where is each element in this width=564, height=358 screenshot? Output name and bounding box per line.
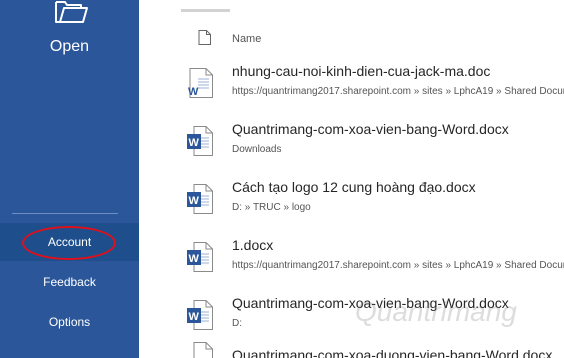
backstage-sidebar: Open Account Feedback Options [0, 0, 139, 358]
svg-text:W: W [189, 137, 200, 149]
file-row[interactable]: W Quantrimang-com-xoa-vien-bang-Word.doc… [139, 116, 564, 174]
word-document-icon: W [187, 242, 213, 272]
sidebar-divider [12, 213, 118, 214]
file-row[interactable]: Quantrimang-com-xoa-duong-vien-bang-Word… [139, 342, 564, 358]
file-row[interactable]: W Cách tạo logo 12 cung hoàng đạo.docx D… [139, 174, 564, 232]
file-path: https://quantrimang2017.sharepoint.com »… [232, 86, 564, 97]
svg-text:W: W [188, 86, 199, 98]
word-document-icon: W [187, 300, 213, 330]
file-row[interactable]: W nhung-cau-noi-kinh-dien-cua-jack-ma.do… [139, 58, 564, 116]
folder-open-icon [55, 1, 88, 23]
word-97-2003-document-icon: W [188, 68, 213, 98]
file-name[interactable]: nhung-cau-noi-kinh-dien-cua-jack-ma.doc [232, 63, 490, 79]
name-column-header[interactable]: Name [232, 33, 261, 45]
file-path: D: » TRUC » logo [232, 202, 311, 213]
tab-underline [181, 9, 230, 12]
file-path: D: [232, 318, 242, 329]
word-document-icon: W [187, 126, 213, 156]
word-document-icon [193, 342, 213, 358]
watermark: Quantrimang [355, 296, 517, 327]
file-name[interactable]: Quantrimang-com-xoa-duong-vien-bang-Word… [232, 347, 552, 358]
feedback-menu-item[interactable]: Feedback [0, 275, 139, 289]
svg-text:W: W [189, 311, 200, 323]
highlight-circle [22, 226, 116, 260]
file-row[interactable]: W 1.docx https://quantrimang2017.sharepo… [139, 232, 564, 290]
word-document-icon: W [187, 184, 213, 214]
options-menu-item[interactable]: Options [0, 315, 139, 329]
svg-text:W: W [189, 253, 200, 265]
file-name[interactable]: 1.docx [232, 237, 273, 253]
file-name[interactable]: Quantrimang-com-xoa-vien-bang-Word.docx [232, 121, 509, 137]
file-path: https://quantrimang2017.sharepoint.com »… [232, 260, 564, 271]
file-name[interactable]: Cách tạo logo 12 cung hoàng đạo.docx [232, 179, 476, 195]
file-path: Downloads [232, 144, 282, 155]
document-type-icon [198, 30, 211, 45]
recent-files-pane: Name W nhung-cau-noi-kinh-dien-cua-jack-… [139, 0, 564, 358]
svg-text:W: W [189, 195, 200, 207]
open-menu-item[interactable]: Open [0, 38, 139, 56]
